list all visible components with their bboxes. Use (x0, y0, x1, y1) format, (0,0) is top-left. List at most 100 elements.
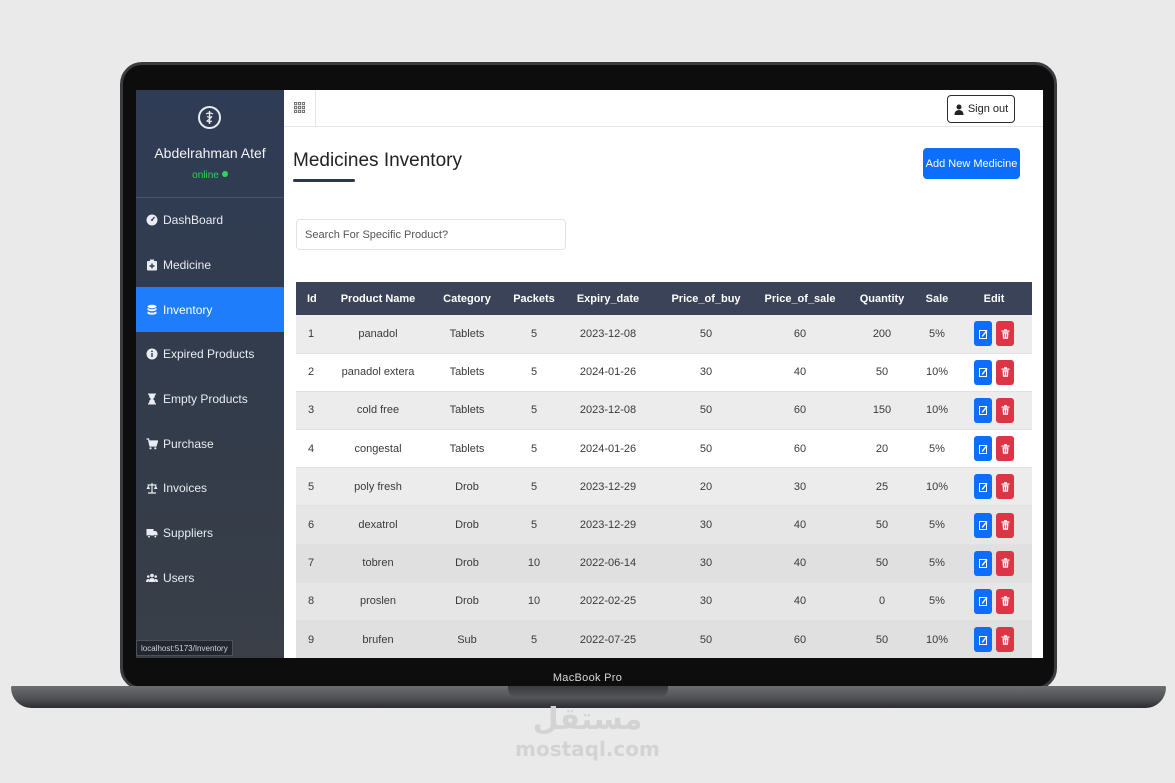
price-of-buy-cell: 50 (699, 327, 713, 340)
trash-icon (1001, 596, 1010, 607)
column-header: Id (307, 292, 317, 305)
delete-button[interactable] (996, 321, 1014, 347)
trash-icon (1001, 634, 1010, 645)
watermark-arabic: مستقل (532, 702, 643, 737)
edit-cell (956, 430, 1032, 468)
category-cell: Drob (455, 557, 479, 570)
edit-icon (978, 635, 988, 645)
sidebar-item-users[interactable]: Users (136, 556, 284, 601)
sidebar-item-purchase[interactable]: Purchase (136, 421, 284, 466)
price-of-sale-cell: 60 (793, 404, 807, 417)
sale-cell: 5% (929, 595, 945, 608)
trash-icon (1001, 443, 1010, 454)
grid-icon (294, 100, 305, 118)
category-cell: Drob (455, 595, 479, 608)
sidebar-item-invoices[interactable]: Invoices (136, 466, 284, 511)
pharmacy-logo-icon (198, 106, 221, 129)
edit-button[interactable] (974, 550, 992, 576)
sign-out-button[interactable]: Sign out (947, 95, 1015, 123)
edit-icon (978, 558, 988, 569)
sidebar-item-medicine[interactable]: Medicine (136, 243, 284, 288)
edit-button[interactable] (974, 512, 992, 538)
medicine-icon (146, 259, 158, 271)
edit-icon (978, 367, 988, 378)
edit-button[interactable] (974, 627, 992, 653)
delete-button[interactable] (996, 550, 1014, 576)
delete-button[interactable] (996, 397, 1014, 423)
delete-button[interactable] (996, 359, 1014, 385)
delete-button[interactable] (996, 627, 1014, 653)
sidebar-item-dashboard[interactable]: DashBoard (136, 198, 284, 243)
quantity-cell: 50 (875, 366, 889, 379)
packets-cell: 5 (530, 404, 538, 417)
edit-cell (956, 582, 1032, 620)
edit-cell (956, 468, 1032, 506)
sidebar-item-label: DashBoard (163, 213, 224, 228)
row-id-cell: 6 (308, 519, 315, 532)
edit-icon (978, 405, 988, 416)
quantity-cell: 50 (875, 557, 889, 570)
price-of-buy-cell: 50 (699, 633, 713, 646)
table-row: 5 poly fresh Drob 5 2023-12-29 20 30 25 10% (296, 467, 1032, 506)
edit-button[interactable] (974, 359, 992, 385)
table-row: 6 dexatrol Drob 5 2023-12-29 30 40 50 5% (296, 505, 1032, 545)
add-new-medicine-button[interactable]: Add New Medicine (923, 148, 1020, 179)
sign-out-label: Sign out (967, 103, 1009, 115)
edit-button[interactable] (974, 321, 992, 347)
edit-icon (978, 444, 988, 454)
edit-cell (956, 544, 1032, 582)
user-name: Abdelrahman Atef (154, 145, 266, 161)
price-of-sale-cell: 60 (793, 327, 807, 340)
sale-cell: 10% (925, 366, 949, 379)
status-label: online (192, 170, 219, 181)
category-cell: Tablets (449, 442, 485, 455)
edit-button[interactable] (974, 588, 992, 614)
sidebar-item-empty-products[interactable]: Empty Products (136, 377, 284, 422)
table-row: 7 tobren Drob 10 2022-06-14 30 40 50 5% (296, 544, 1032, 583)
sidebar-item-label: Users (163, 570, 195, 585)
price-of-sale-cell: 30 (793, 480, 807, 493)
hourglass-icon (146, 393, 158, 405)
product-name-cell: poly fresh (354, 480, 402, 493)
price-of-buy-cell: 50 (699, 442, 713, 455)
truck-icon (146, 527, 158, 539)
edit-button[interactable] (974, 397, 992, 423)
edit-cell (956, 621, 1032, 659)
delete-button[interactable] (996, 436, 1014, 462)
sale-cell: 10% (925, 404, 949, 417)
cart-icon (146, 438, 158, 450)
product-name-cell: tobren (362, 557, 394, 570)
sidebar-item-suppliers[interactable]: Suppliers (136, 511, 284, 556)
edit-button[interactable] (974, 474, 992, 500)
laptop-notch (508, 686, 668, 698)
sidebar-item-expired-products[interactable]: Expired Products (136, 332, 284, 377)
delete-button[interactable] (996, 474, 1014, 500)
quantity-cell: 150 (872, 404, 892, 417)
category-cell: Tablets (449, 404, 485, 417)
scale-icon (146, 482, 158, 495)
edit-cell (956, 506, 1032, 544)
column-header: Sale (925, 292, 949, 305)
row-id-cell: 5 (308, 480, 315, 493)
column-header: Price_of_sale (764, 292, 836, 305)
column-header: Category (443, 292, 491, 305)
expiry-date-cell: 2022-02-25 (579, 595, 637, 608)
trash-icon (1001, 405, 1010, 416)
expiry-date-cell: 2024-01-26 (579, 442, 637, 455)
packets-cell: 5 (530, 442, 538, 455)
bezel-label: MacBook Pro (552, 672, 623, 684)
product-name-cell: dexatrol (358, 519, 398, 532)
quantity-cell: 25 (875, 480, 889, 493)
sidebar: Abdelrahman Atef online DashBoard Medici… (136, 90, 284, 658)
info-circle-icon (146, 348, 158, 360)
topbar: Sign out (284, 90, 1043, 127)
menu-grid-toggle[interactable] (284, 90, 316, 127)
search-input[interactable] (296, 219, 566, 250)
edit-button[interactable] (974, 436, 992, 462)
sale-cell: 10% (925, 633, 949, 646)
delete-button[interactable] (996, 588, 1014, 614)
sidebar-item-inventory[interactable]: Inventory (136, 287, 284, 333)
delete-button[interactable] (996, 512, 1014, 538)
product-name-cell: cold free (356, 404, 400, 417)
browser-status-url: localhost:5173/Inventory (136, 640, 233, 656)
